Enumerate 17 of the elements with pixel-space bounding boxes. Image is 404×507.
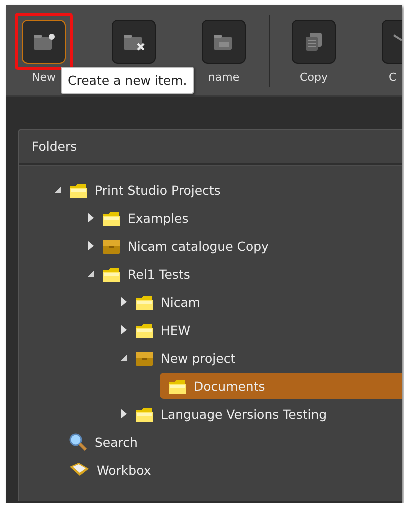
tree-item[interactable]: HEW (135, 317, 402, 343)
toolbar-label: C (389, 71, 397, 85)
toolbar-label: Copy (300, 71, 328, 85)
tree-item[interactable]: Nicam (135, 289, 402, 315)
tree-item[interactable]: Search (69, 429, 402, 455)
tree-item[interactable]: Language Versions Testing (135, 401, 402, 427)
tree-item[interactable]: New project (135, 345, 402, 371)
tree-item[interactable]: Print Studio Projects (69, 177, 402, 203)
tooltip: Create a new item. (61, 67, 194, 94)
tree-item[interactable]: Nicam catalogue Copy (102, 233, 402, 259)
tree-item[interactable]: Examples (102, 205, 402, 231)
tree-item[interactable]: Rel1 Tests (102, 261, 402, 287)
toolbar-label: name (208, 71, 240, 85)
tree-item[interactable]: Workbox (69, 457, 402, 483)
toolbar-label: New (32, 71, 56, 85)
selected-tree-item[interactable]: Documents (160, 373, 402, 399)
panel-title: Folders (32, 139, 78, 154)
